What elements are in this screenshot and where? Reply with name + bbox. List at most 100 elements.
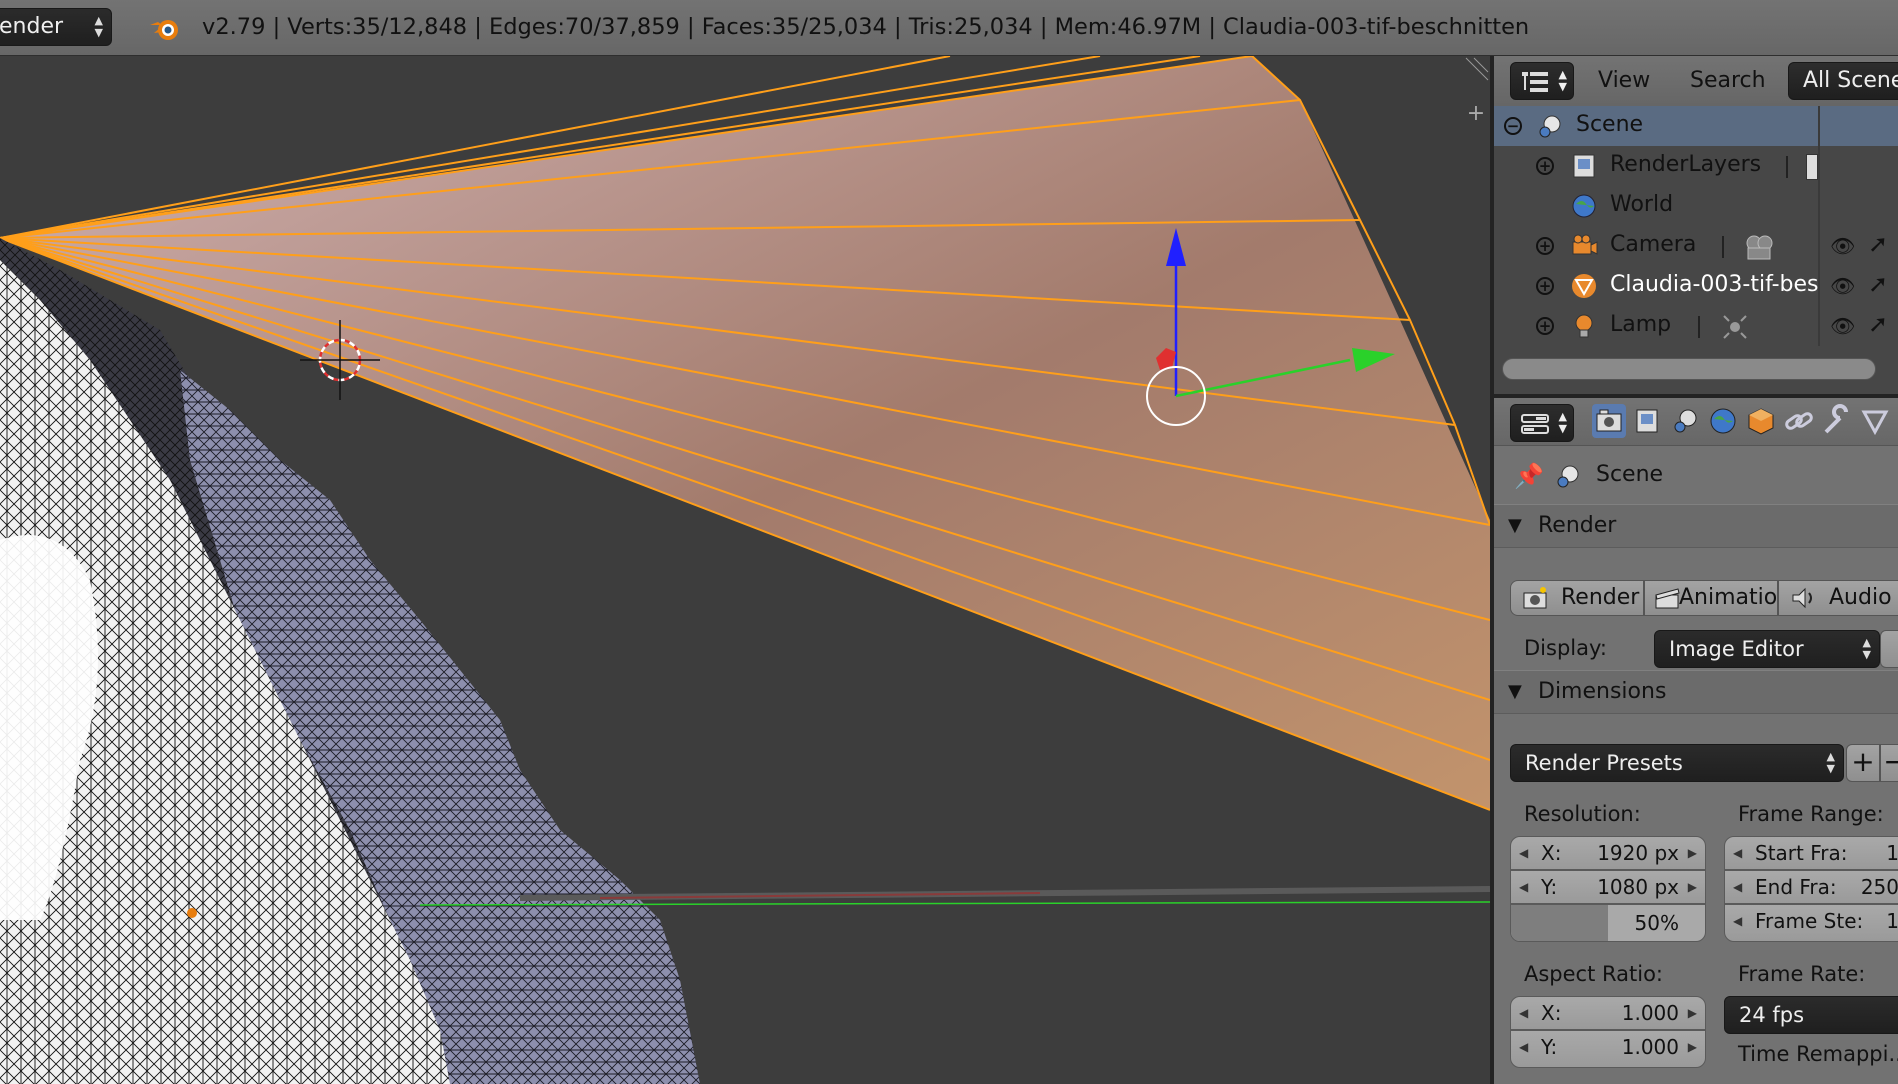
toolbar-expand-icon[interactable]: + <box>1462 100 1490 128</box>
decrement-arrow-icon[interactable]: ◀ <box>1519 1031 1528 1063</box>
constraints-tab-icon[interactable] <box>1782 404 1816 438</box>
decrement-arrow-icon[interactable]: ◀ <box>1519 837 1528 869</box>
cursor-select-icon[interactable]: ➚ <box>1868 270 1888 298</box>
collapse-icon[interactable]: − <box>1504 117 1522 135</box>
render-layer-icon <box>1806 154 1818 180</box>
remove-preset-button[interactable]: − <box>1880 744 1898 782</box>
tree-item-camera[interactable]: + Camera 👁 ➚ <box>1494 226 1898 266</box>
properties-content: 📌 Scene ▼ Render Render Animatio Audio D… <box>1494 446 1898 1084</box>
editor-type-button[interactable]: ▲ ▼ <box>1510 62 1574 100</box>
increment-arrow-icon[interactable]: ▶ <box>1688 1031 1697 1063</box>
field-label: Y: <box>1541 875 1558 899</box>
properties-editor: ▲ ▼ 📌 Scene ▼ Render Render Animatio Aud… <box>1494 398 1898 1084</box>
field-label: X: <box>1541 1001 1562 1025</box>
scene-tab-icon[interactable] <box>1668 404 1702 438</box>
render-presets-label: Render Presets <box>1525 751 1683 775</box>
render-engine-dropdown[interactable]: ender ▲ ▼ <box>0 8 112 46</box>
decrement-arrow-icon[interactable]: ◀ <box>1733 871 1742 903</box>
eye-icon[interactable]: 👁 <box>1830 234 1855 258</box>
decrement-arrow-icon[interactable]: ◀ <box>1733 905 1742 937</box>
dropdown-arrows-icon: ▲ ▼ <box>1862 636 1871 661</box>
aspect-ratio-label: Aspect Ratio: <box>1524 962 1664 986</box>
panel-title: Dimensions <box>1538 679 1667 704</box>
animation-label: Animatio <box>1679 585 1778 610</box>
frame-rate-dropdown[interactable]: 24 fps <box>1724 996 1898 1034</box>
increment-arrow-icon[interactable]: ▶ <box>1688 837 1697 869</box>
render-presets-dropdown[interactable]: Render Presets ▲ ▼ <box>1510 744 1844 782</box>
properties-header: ▲ ▼ <box>1494 398 1898 446</box>
decrement-arrow-icon[interactable]: ◀ <box>1733 837 1742 869</box>
tree-item-label: RenderLayers <box>1610 152 1762 177</box>
add-preset-button[interactable]: + <box>1846 744 1880 782</box>
increment-arrow-icon[interactable]: ▶ <box>1688 997 1697 1029</box>
tree-item-renderlayers[interactable]: + RenderLayers <box>1494 146 1898 186</box>
eye-icon[interactable]: 👁 <box>1830 274 1855 298</box>
render-tab-icon[interactable] <box>1592 404 1626 438</box>
editor-type-button[interactable]: ▲ ▼ <box>1510 404 1574 442</box>
resolution-percentage-slider[interactable]: 50% <box>1510 904 1706 942</box>
field-label: Y: <box>1541 1035 1558 1059</box>
tree-item-label: Claudia-003-tif-bes <box>1610 272 1819 297</box>
modifiers-tab-icon[interactable] <box>1820 404 1854 438</box>
clapperboard-icon <box>1655 588 1680 609</box>
world-icon <box>1572 194 1596 218</box>
resolution-x-field[interactable]: ◀ X: 1920 px ▶ <box>1510 836 1706 870</box>
field-value: 1080 px <box>1597 875 1679 899</box>
pin-icon[interactable]: 📌 <box>1514 462 1544 490</box>
world-tab-icon[interactable] <box>1706 404 1740 438</box>
field-label: End Fra: <box>1755 875 1837 899</box>
display-dropdown[interactable]: Image Editor ▲ ▼ <box>1654 630 1880 668</box>
search-menu[interactable]: Search <box>1690 68 1766 93</box>
expand-icon[interactable]: + <box>1536 277 1554 295</box>
render-button[interactable]: Render <box>1510 580 1644 616</box>
tree-item-mesh-object[interactable]: + Claudia-003-tif-bes 👁 ➚ <box>1494 266 1898 306</box>
field-value: 1 <box>1886 909 1898 933</box>
aspect-y-field[interactable]: ◀ Y: 1.000 ▶ <box>1510 1030 1706 1068</box>
field-label: Start Fra: <box>1755 841 1848 865</box>
tree-item-world[interactable]: World <box>1494 186 1898 226</box>
camera-icon <box>1572 234 1598 255</box>
view-menu[interactable]: View <box>1598 68 1650 93</box>
display-label: Display: <box>1524 636 1607 660</box>
slider-fill <box>1511 905 1608 941</box>
decrement-arrow-icon[interactable]: ◀ <box>1519 997 1528 1029</box>
expand-icon[interactable]: + <box>1536 317 1554 335</box>
viewport-canvas[interactable] <box>0 56 1490 1084</box>
aspect-x-field[interactable]: ◀ X: 1.000 ▶ <box>1510 996 1706 1030</box>
outliner-tree: − Scene + RenderLayers World + Camera 👁 … <box>1494 106 1898 356</box>
field-value: 1.000 <box>1621 1035 1679 1059</box>
tree-item-lamp[interactable]: + Lamp 👁 ➚ <box>1494 306 1898 346</box>
horizontal-scrollbar[interactable] <box>1502 358 1876 380</box>
cursor-select-icon[interactable]: ➚ <box>1868 310 1888 338</box>
frame-step-field[interactable]: ◀ Frame Ste: 1 <box>1724 904 1898 942</box>
field-value: 1 <box>1886 841 1898 865</box>
increment-arrow-icon[interactable]: ▶ <box>1688 871 1697 903</box>
frame-end-field[interactable]: ◀ End Fra: 250 <box>1724 870 1898 904</box>
dropdown-arrows-icon: ▲ ▼ <box>1826 750 1835 775</box>
render-layers-tab-icon[interactable] <box>1630 404 1664 438</box>
animation-button[interactable]: Animatio <box>1644 580 1778 616</box>
lamp-icon <box>1575 314 1593 338</box>
tree-item-scene[interactable]: − Scene <box>1494 106 1898 146</box>
frame-start-field[interactable]: ◀ Start Fra: 1 <box>1724 836 1898 870</box>
render-engine-label: ender <box>0 14 64 39</box>
expand-icon[interactable]: + <box>1536 237 1554 255</box>
resolution-y-field[interactable]: ◀ Y: 1080 px ▶ <box>1510 870 1706 904</box>
cursor-select-icon[interactable]: ➚ <box>1868 230 1888 258</box>
expand-icon[interactable]: + <box>1536 157 1554 175</box>
data-tab-icon[interactable] <box>1858 404 1892 438</box>
3d-viewport[interactable]: + <box>0 56 1490 1084</box>
outliner-editor: ▲ ▼ View Search All Scene − Scene + Rende… <box>1494 56 1898 394</box>
decrement-arrow-icon[interactable]: ◀ <box>1519 871 1528 903</box>
eye-icon[interactable]: 👁 <box>1830 314 1855 338</box>
scene-icon <box>1557 465 1579 488</box>
tree-item-label: Scene <box>1576 112 1644 137</box>
tree-item-label: Lamp <box>1610 312 1672 337</box>
display-mode-dropdown[interactable]: All Scene <box>1788 62 1898 100</box>
dimensions-panel-header[interactable]: ▼ Dimensions <box>1494 670 1898 714</box>
lock-interface-button[interactable] <box>1880 630 1898 668</box>
render-panel-header[interactable]: ▼ Render <box>1494 504 1898 548</box>
context-path: Scene <box>1596 462 1664 487</box>
object-tab-icon[interactable] <box>1744 404 1778 438</box>
audio-button[interactable]: Audio <box>1778 580 1898 616</box>
